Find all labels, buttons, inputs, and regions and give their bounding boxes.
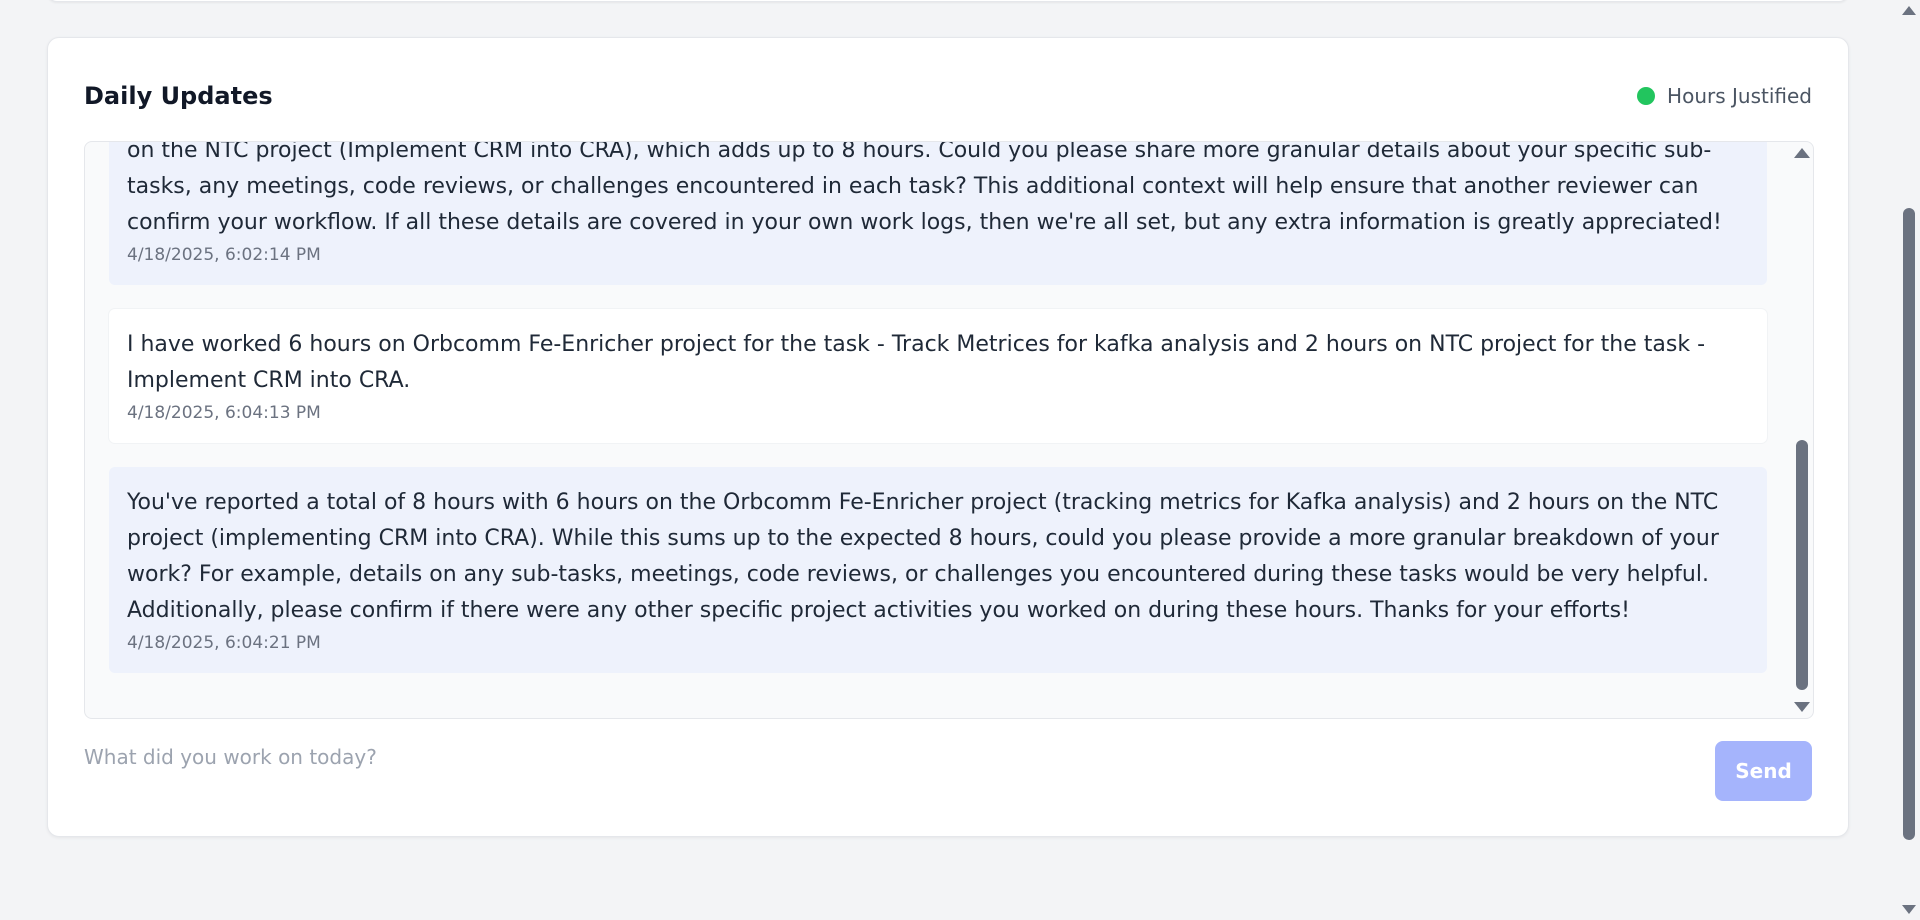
card-title: Daily Updates <box>84 82 273 110</box>
message-timestamp: 4/18/2025, 6:04:21 PM <box>127 633 321 653</box>
message-text: on the NTC project (Implement CRM into C… <box>127 141 1722 235</box>
status-dot-icon <box>1637 87 1656 105</box>
assistant-message: on the NTC project (Implement CRM into C… <box>109 141 1767 285</box>
page-scroll-up-arrow-icon[interactable] <box>1902 6 1916 15</box>
scroll-up-arrow-icon[interactable] <box>1794 148 1810 158</box>
status-label: Hours Justified <box>1667 84 1812 108</box>
previous-card <box>47 0 1849 2</box>
message-text: You've reported a total of 8 hours with … <box>127 490 1719 623</box>
message-timestamp: 4/18/2025, 6:04:13 PM <box>127 403 321 423</box>
user-message: I have worked 6 hours on Orbcomm Fe-Enri… <box>109 309 1767 443</box>
card-header: Daily Updates Hours Justified <box>84 78 1812 114</box>
daily-updates-card: Daily Updates Hours Justified on the NTC… <box>47 37 1849 837</box>
messages-container[interactable]: on the NTC project (Implement CRM into C… <box>84 141 1814 719</box>
scrollbar-thumb[interactable] <box>1796 440 1808 690</box>
status-indicator: Hours Justified <box>1637 84 1812 108</box>
compose-row: Send <box>84 727 1812 801</box>
send-button[interactable]: Send <box>1715 741 1812 801</box>
messages-scrollbar[interactable] <box>1789 142 1813 718</box>
scroll-down-arrow-icon[interactable] <box>1794 702 1810 712</box>
message-list: on the NTC project (Implement CRM into C… <box>109 142 1767 697</box>
page-scrollbar-thumb[interactable] <box>1903 208 1915 840</box>
message-text: I have worked 6 hours on Orbcomm Fe-Enri… <box>127 332 1706 393</box>
message-timestamp: 4/18/2025, 6:02:14 PM <box>127 245 321 265</box>
page-scrollbar[interactable] <box>1898 0 1920 920</box>
assistant-message: You've reported a total of 8 hours with … <box>109 467 1767 673</box>
page: Daily Updates Hours Justified on the NTC… <box>0 0 1920 920</box>
update-input[interactable] <box>84 727 1715 787</box>
page-scroll-down-arrow-icon[interactable] <box>1902 905 1916 914</box>
